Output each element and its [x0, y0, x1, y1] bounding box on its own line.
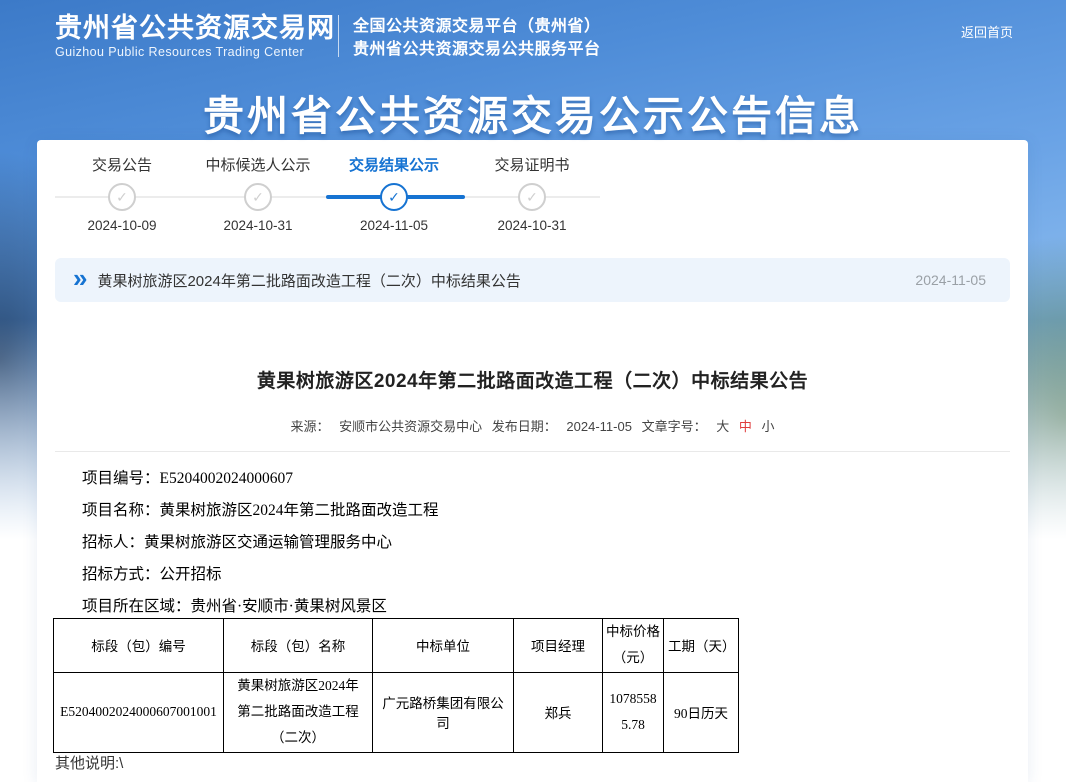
font-size-medium-button[interactable]: 中: [739, 419, 752, 434]
step-trade-certificate[interactable]: 交易证明书 ✓ 2024-10-31: [452, 156, 612, 233]
notice-title: 黄果树旅游区2024年第二批路面改造工程（二次）中标结果公告: [97, 270, 915, 291]
platform-line2: 贵州省公共资源交易公共服务平台: [353, 38, 601, 61]
article-title: 黄果树旅游区2024年第二批路面改造工程（二次）中标结果公告: [37, 366, 1028, 393]
font-size-small-button[interactable]: 小: [762, 419, 775, 434]
source-label: 来源：: [290, 419, 329, 434]
step-date: 2024-11-05: [314, 218, 474, 233]
col-duration: 工期（天）: [664, 619, 739, 673]
site-name-en: Guizhou Public Resources Trading Center: [55, 45, 335, 59]
bid-result-table: 标段（包）编号 标段（包）名称 中标单位 项目经理 中标价格（元） 工期（天） …: [53, 618, 739, 753]
publish-date-value: 2024-11-05: [566, 419, 632, 434]
detail-tender-method: 招标方式：公开招标: [82, 559, 439, 591]
table-row: E5204002024000607001001 黄果树旅游区2024年第二批路面…: [54, 672, 739, 752]
section-divider: [55, 451, 1010, 452]
col-winning-price: 中标价格（元）: [603, 619, 664, 673]
site-name-cn: 贵州省公共资源交易网: [55, 13, 335, 43]
double-chevron-icon: »: [73, 265, 87, 291]
source-value: 安顺市公共资源交易中心: [339, 419, 482, 434]
process-stepper: 交易公告 ✓ 2024-10-09 中标候选人公示 ✓ 2024-10-31 交…: [55, 156, 665, 252]
check-circle-icon: ✓: [380, 183, 408, 211]
step-label: 交易证明书: [452, 156, 612, 176]
detail-tenderee: 招标人：黄果树旅游区交通运输管理服务中心: [82, 527, 439, 559]
font-size-large-button[interactable]: 大: [716, 419, 729, 434]
notice-bar[interactable]: » 黄果树旅游区2024年第二批路面改造工程（二次）中标结果公告 2024-11…: [55, 258, 1010, 302]
notice-date: 2024-11-05: [915, 272, 986, 288]
cell-winning-price: 10785585.78: [603, 672, 664, 752]
col-project-manager: 项目经理: [514, 619, 603, 673]
page-title: 贵州省公共资源交易公示公告信息: [0, 82, 1066, 142]
publish-date-label: 发布日期：: [492, 419, 557, 434]
check-circle-icon: ✓: [244, 183, 272, 211]
platform-names: 全国公共资源交易平台（贵州省） 贵州省公共资源交易公共服务平台: [353, 15, 601, 61]
detail-project-name: 项目名称：黄果树旅游区2024年第二批路面改造工程: [82, 495, 439, 527]
project-details: 项目编号：E5204002024000607 项目名称：黄果树旅游区2024年第…: [82, 463, 439, 623]
col-winning-bidder: 中标单位: [373, 619, 514, 673]
site-logo: 贵州省公共资源交易网 Guizhou Public Resources Trad…: [55, 13, 335, 59]
article-meta: 来源： 安顺市公共资源交易中心 发布日期： 2024-11-05 文章字号： 大…: [37, 416, 1028, 435]
step-trade-result-publicity[interactable]: 交易结果公示 ✓ 2024-11-05: [314, 156, 474, 233]
cell-winning-bidder: 广元路桥集团有限公司: [373, 672, 514, 752]
content-card: 交易公告 ✓ 2024-10-09 中标候选人公示 ✓ 2024-10-31 交…: [37, 140, 1028, 782]
step-date: 2024-10-31: [452, 218, 612, 233]
header-separator: [338, 15, 339, 57]
detail-project-number: 项目编号：E5204002024000607: [82, 463, 439, 495]
other-notes: 其他说明:\: [55, 752, 123, 773]
table-header-row: 标段（包）编号 标段（包）名称 中标单位 项目经理 中标价格（元） 工期（天）: [54, 619, 739, 673]
check-circle-icon: ✓: [518, 183, 546, 211]
top-header: 贵州省公共资源交易网 Guizhou Public Resources Trad…: [0, 0, 1066, 74]
step-label: 交易结果公示: [314, 156, 474, 176]
cell-section-number: E5204002024000607001001: [54, 672, 224, 752]
col-section-name: 标段（包）名称: [224, 619, 373, 673]
cell-project-manager: 郑兵: [514, 672, 603, 752]
col-section-number: 标段（包）编号: [54, 619, 224, 673]
cell-section-name: 黄果树旅游区2024年第二批路面改造工程（二次）: [224, 672, 373, 752]
cell-duration: 90日历天: [664, 672, 739, 752]
return-home-link[interactable]: 返回首页: [961, 22, 1013, 41]
font-size-label: 文章字号：: [642, 419, 707, 434]
platform-line1: 全国公共资源交易平台（贵州省）: [353, 15, 601, 38]
check-circle-icon: ✓: [108, 183, 136, 211]
